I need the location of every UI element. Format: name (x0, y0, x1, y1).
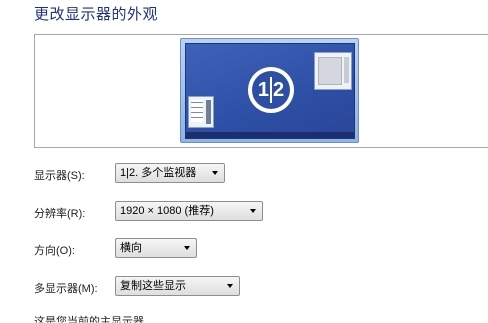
display-select[interactable]: 1|2. 多个监视器 (115, 163, 225, 183)
monitor-screen: 1 2 (185, 43, 355, 139)
monitor-preview[interactable]: 1 2 (180, 38, 359, 143)
chevron-down-icon (250, 209, 256, 213)
chevron-down-icon (227, 284, 233, 288)
monitor-number-1: 1 (257, 78, 269, 101)
display-select-value: 1|2. 多个监视器 (120, 167, 197, 179)
display-label: 显示器(S): (34, 170, 85, 182)
multiple-displays-select-value: 复制这些显示 (120, 280, 186, 292)
monitor-number-2: 2 (273, 78, 285, 101)
display-settings-page: 更改显示器的外观 1 2 显示器(S): 1|2. 多个监视器 分辨率(R): … (0, 0, 488, 323)
resolution-label: 分辨率(R): (34, 208, 86, 220)
resolution-select-value: 1920 × 1080 (推荐) (120, 205, 214, 217)
orientation-select[interactable]: 横向 (115, 238, 197, 258)
orientation-select-value: 横向 (120, 242, 142, 254)
primary-display-note: 这是您当前的主显示器 (34, 316, 144, 323)
orientation-label: 方向(O): (34, 245, 75, 257)
monitor-number-badge: 1 2 (248, 67, 294, 113)
chevron-down-icon (212, 171, 218, 175)
display-preview-area: 1 2 (34, 34, 488, 148)
window-thumbnail-icon (314, 52, 352, 90)
taskbar (186, 132, 354, 138)
window-thumbnail-icon (188, 96, 214, 128)
multiple-displays-label: 多显示器(M): (34, 283, 98, 295)
chevron-down-icon (184, 246, 190, 250)
page-title: 更改显示器的外观 (34, 6, 159, 23)
resolution-select[interactable]: 1920 × 1080 (推荐) (115, 201, 263, 221)
multiple-displays-select[interactable]: 复制这些显示 (115, 276, 240, 296)
